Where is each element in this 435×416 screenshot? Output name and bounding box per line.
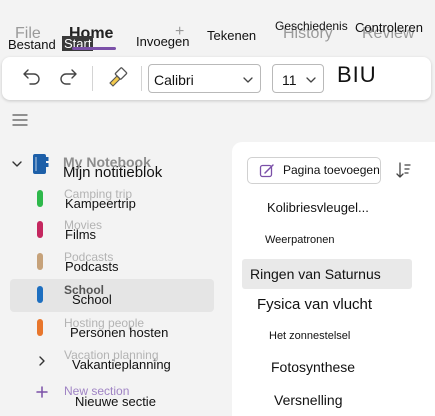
format-painter-button[interactable]: [103, 65, 131, 93]
add-page-button[interactable]: Pagina toevoegen: [247, 157, 381, 184]
section-label: Films: [65, 227, 97, 242]
font-size-select[interactable]: 11: [272, 64, 324, 93]
navigation-toggle-button[interactable]: [12, 113, 28, 132]
section-personen-hosten[interactable]: Hosting people Personen hosten: [10, 312, 214, 345]
chevron-down-icon[interactable]: [11, 157, 23, 175]
section-color-tab: [37, 319, 43, 336]
toolbar-divider: [141, 66, 142, 91]
font-size-value: 11: [282, 72, 297, 88]
sort-icon: [395, 162, 411, 183]
undo-button[interactable]: [18, 65, 46, 93]
section-color-tab: [37, 253, 43, 270]
page-item-zonnestelsel[interactable]: Het zonnestelsel: [242, 323, 412, 351]
page-item-fotosynthese[interactable]: Fotosynthese: [242, 354, 412, 382]
notebook-title: Mijn notitieblok: [63, 164, 163, 181]
add-page-icon: [259, 163, 275, 184]
chevron-down-icon: [242, 73, 254, 91]
undo-icon: [21, 66, 43, 93]
tab-tekenen[interactable]: Tekenen: [207, 28, 256, 43]
page-item-ringen[interactable]: Ringen van Saturnus: [242, 259, 412, 289]
section-group-vakantieplanning[interactable]: Vacation planning Vakantieplanning: [10, 344, 214, 377]
active-tab-indicator: [72, 47, 116, 50]
section-label: Podcasts: [65, 259, 119, 274]
ribbon-tabs: File Home + History Review Bestand Start…: [0, 0, 435, 56]
section-label: Vakantieplanning: [72, 357, 171, 372]
chevron-down-icon: [305, 73, 317, 91]
section-school[interactable]: School School: [10, 279, 214, 312]
section-films[interactable]: Movies Films: [10, 214, 214, 247]
toolbar-divider: [92, 66, 93, 91]
tab-bestand[interactable]: Bestand: [8, 37, 56, 52]
page-list-pane: Pagina toevoegen Kolibriesvleugel... Wee…: [232, 142, 435, 416]
page-label: Ringen van Saturnus: [250, 266, 381, 282]
chevron-right-icon[interactable]: [37, 354, 47, 372]
font-name-select[interactable]: Calibri: [148, 64, 261, 93]
page-item-fysica[interactable]: Fysica van vlucht: [242, 291, 412, 319]
format-painter-icon: [106, 66, 128, 93]
hamburger-menu-icon: [12, 114, 28, 131]
section-label: Kampeertrip: [65, 196, 136, 211]
page-item-kolibries[interactable]: Kolibriesvleugel...: [242, 193, 412, 221]
add-page-label: Pagina toevoegen: [283, 163, 380, 177]
page-label: Fysica van vlucht: [257, 296, 373, 313]
plus-icon: [36, 385, 48, 403]
tab-geschiedenis[interactable]: Geschiedenis: [275, 19, 348, 34]
section-podcasts[interactable]: Podcasts Podcasts: [10, 246, 214, 279]
redo-button[interactable]: [54, 65, 82, 93]
page-item-versnelling[interactable]: Versnelling: [242, 387, 412, 415]
section-label: School: [72, 292, 112, 307]
page-label: Fotosynthese: [271, 359, 356, 375]
section-kampeertrip[interactable]: Camping trip Kampeertrip: [10, 183, 214, 216]
page-label: Het zonnestelsel: [269, 330, 351, 342]
font-name-value: Calibri: [154, 72, 194, 88]
redo-icon: [57, 66, 79, 93]
new-section-label: Nieuwe sectie: [75, 394, 156, 409]
section-label: Personen hosten: [70, 325, 169, 340]
page-item-weerpatronen[interactable]: Weerpatronen: [242, 227, 412, 255]
home-toolbar: Calibri 11 BIU: [2, 57, 431, 100]
sort-pages-button[interactable]: [395, 161, 411, 184]
add-section-button[interactable]: New section Nieuwe sectie: [10, 376, 214, 412]
page-label: Versnelling: [274, 392, 343, 408]
tab-controleren[interactable]: Controleren: [355, 20, 423, 35]
section-color-tab: [37, 286, 43, 303]
bold-italic-underline-buttons[interactable]: BIU: [337, 62, 377, 88]
page-label: Weerpatronen: [265, 234, 335, 246]
section-color-tab: [37, 190, 43, 207]
tab-invoegen[interactable]: Invoegen: [136, 34, 190, 49]
section-color-tab: [37, 221, 43, 238]
notebook-icon: [31, 153, 49, 180]
notebook-header[interactable]: My Notebook Mijn notitieblok: [0, 150, 228, 182]
page-label: Kolibriesvleugel...: [267, 200, 369, 215]
